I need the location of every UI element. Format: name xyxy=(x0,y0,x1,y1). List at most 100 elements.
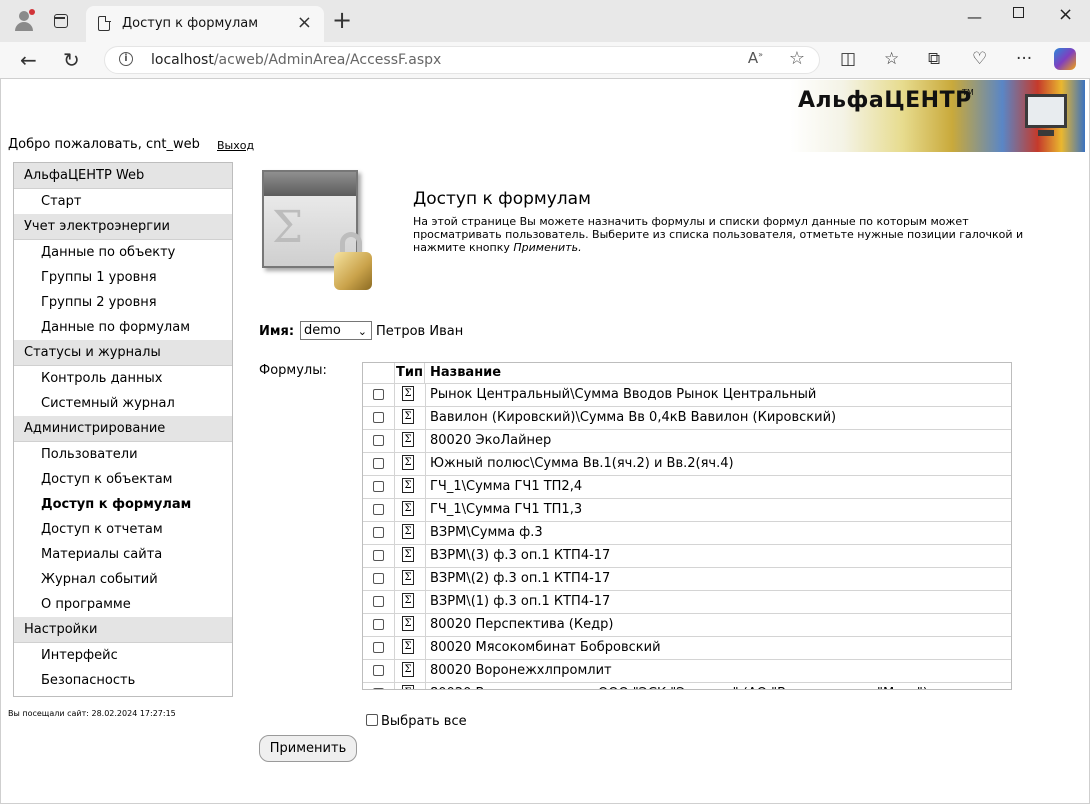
sidebar-section-header[interactable]: АльфаЦЕНТР Web xyxy=(14,163,232,189)
table-row: Σ 80020 Перспектива (Кедр) xyxy=(363,614,1011,637)
row-checkbox[interactable] xyxy=(373,688,384,689)
row-checkbox[interactable] xyxy=(373,481,384,492)
sidebar-item-event-log[interactable]: Журнал событий xyxy=(14,567,232,592)
table-row: Σ 80020 ВоронежгазлнастООО "ЭСК "Эксперт"… xyxy=(363,683,1011,689)
row-checkbox[interactable] xyxy=(373,642,384,653)
collections-icon[interactable]: ⧉ xyxy=(928,49,940,69)
formula-type-icon: Σ xyxy=(402,616,414,631)
sidebar-item-groups-2[interactable]: Группы 2 уровня xyxy=(14,290,232,315)
browser-essentials-icon[interactable]: ♡ xyxy=(972,49,987,69)
formula-name: 80020 ЭкоЛайнер xyxy=(430,433,552,448)
back-icon[interactable]: ← xyxy=(20,48,37,72)
maximize-icon[interactable] xyxy=(1013,7,1024,18)
new-tab-icon[interactable]: + xyxy=(332,8,352,32)
sidebar-menu: АльфаЦЕНТР Web Старт Учет электроэнергии… xyxy=(13,162,233,697)
row-checkbox[interactable] xyxy=(373,458,384,469)
row-checkbox[interactable] xyxy=(373,389,384,400)
row-checkbox[interactable] xyxy=(373,412,384,423)
info-icon[interactable]: i xyxy=(119,52,133,66)
app-logo: АльфаЦЕНТР xyxy=(798,88,972,113)
formula-type-icon: Σ xyxy=(402,547,414,562)
sidebar-item-interface[interactable]: Интерфейс xyxy=(14,643,232,668)
page-description: На этой странице Вы можете назначить фор… xyxy=(413,215,1024,254)
row-checkbox[interactable] xyxy=(373,435,384,446)
refresh-icon[interactable]: ↻ xyxy=(63,48,80,72)
row-checkbox[interactable] xyxy=(373,504,384,515)
tab-title: Доступ к формулам xyxy=(122,16,259,31)
sidebar-item-system-log[interactable]: Системный журнал xyxy=(14,391,232,416)
table-row: Σ ВЗРМ\(3) ф.3 оп.1 КТП4-17 xyxy=(363,545,1011,568)
formula-type-icon: Σ xyxy=(402,478,414,493)
formula-name: 80020 ВоронежгазлнастООО "ЭСК "Эксперт" … xyxy=(430,683,928,689)
split-screen-icon[interactable]: ◫ xyxy=(840,49,856,69)
sidebar-item-formula-data[interactable]: Данные по формулам xyxy=(14,315,232,340)
formulas-label: Формулы: xyxy=(259,363,327,378)
checkbox[interactable] xyxy=(366,714,378,726)
row-checkbox[interactable] xyxy=(373,550,384,561)
row-checkbox[interactable] xyxy=(373,527,384,538)
formula-type-icon: Σ xyxy=(402,524,414,539)
row-checkbox[interactable] xyxy=(373,619,384,630)
column-name: Название xyxy=(430,365,502,380)
table-row: Σ 80020 ЭкоЛайнер xyxy=(363,430,1011,453)
more-menu-icon[interactable]: ··· xyxy=(1016,49,1032,69)
formula-name: 80020 Мясокомбинат Бобровский xyxy=(430,640,661,655)
formula-name: Южный полюс\Сумма Вв.1(яч.2) и Вв.2(яч.4… xyxy=(430,456,734,471)
chevron-down-icon: ⌄ xyxy=(357,325,367,338)
minimize-icon[interactable]: — xyxy=(967,8,982,26)
sidebar-item-groups-1[interactable]: Группы 1 уровня xyxy=(14,265,232,290)
sidebar-section-header[interactable]: Статусы и журналы xyxy=(14,340,232,366)
address-bar[interactable]: i localhost/acweb/AdminArea/AccessF.aspx… xyxy=(104,46,820,74)
browser-chrome: Доступ к формулам × + — × ← ↻ i localhos… xyxy=(0,0,1090,78)
formula-type-icon: Σ xyxy=(402,662,414,677)
sidebar-item-security[interactable]: Безопасность xyxy=(14,668,232,693)
table-row: Σ ГЧ_1\Сумма ГЧ1 ТП2,4 xyxy=(363,476,1011,499)
select-all-checkbox[interactable]: Выбрать все xyxy=(366,714,467,729)
user-select[interactable]: demo ⌄ xyxy=(300,321,372,340)
sidebar-item-object-access[interactable]: Доступ к объектам xyxy=(14,467,232,492)
sidebar-item-object-data[interactable]: Данные по объекту xyxy=(14,240,232,265)
browser-tab[interactable]: Доступ к формулам × xyxy=(86,6,324,42)
sidebar-item-formula-access[interactable]: Доступ к формулам xyxy=(14,492,232,517)
table-row: Σ 80020 Мясокомбинат Бобровский xyxy=(363,637,1011,660)
sidebar-item-data-control[interactable]: Контроль данных xyxy=(14,366,232,391)
formula-lock-icon: Σ xyxy=(262,170,374,292)
copilot-icon[interactable] xyxy=(1054,48,1076,70)
formula-name: Рынок Центральный\Сумма Вводов Рынок Цен… xyxy=(430,387,817,402)
formulas-table: Тип Название Σ Рынок Центральный\Сумма Вв… xyxy=(362,362,1012,690)
table-row: Σ ВЗРМ\(1) ф.3 оп.1 КТП4-17 xyxy=(363,591,1011,614)
table-row: Σ Вавилон (Кировский)\Сумма Вв 0,4кВ Вави… xyxy=(363,407,1011,430)
row-checkbox[interactable] xyxy=(373,573,384,584)
url-text[interactable]: localhost/acweb/AdminArea/AccessF.aspx xyxy=(151,52,441,68)
favorite-star-icon[interactable]: ☆ xyxy=(789,48,805,69)
formula-type-icon: Σ xyxy=(402,593,414,608)
row-checkbox[interactable] xyxy=(373,665,384,676)
logout-link[interactable]: Выход xyxy=(217,139,254,152)
sidebar-section-header[interactable]: Настройки xyxy=(14,617,232,643)
sidebar-item-start[interactable]: Старт xyxy=(14,189,232,214)
favorites-icon[interactable]: ☆ xyxy=(884,49,899,69)
sidebar-item-report-access[interactable]: Доступ к отчетам xyxy=(14,517,232,542)
read-aloud-icon[interactable]: A» xyxy=(748,49,763,67)
apply-button[interactable]: Применить xyxy=(259,735,357,762)
profile-icon[interactable] xyxy=(14,9,35,31)
sidebar-section-header[interactable]: Администрирование xyxy=(14,416,232,442)
tab-actions-icon[interactable] xyxy=(54,14,68,28)
close-tab-icon[interactable]: × xyxy=(297,12,312,33)
sidebar-item-about[interactable]: О программе xyxy=(14,592,232,617)
table-header: Тип Название xyxy=(363,363,1011,384)
user-full-name: Петров Иван xyxy=(376,324,464,339)
table-row: Σ 80020 Воронежхлпромлит xyxy=(363,660,1011,683)
formula-type-icon: Σ xyxy=(402,386,414,401)
row-checkbox[interactable] xyxy=(373,596,384,607)
formula-type-icon: Σ xyxy=(402,409,414,424)
sidebar-section-header[interactable]: Учет электроэнергии xyxy=(14,214,232,240)
formula-type-icon: Σ xyxy=(402,570,414,585)
sidebar-item-users[interactable]: Пользователи xyxy=(14,442,232,467)
column-type: Тип xyxy=(395,363,425,383)
monitor-graphic xyxy=(1025,94,1067,128)
formula-name: ВЗРМ\(3) ф.3 оп.1 КТП4-17 xyxy=(430,548,611,563)
sidebar-item-site-materials[interactable]: Материалы сайта xyxy=(14,542,232,567)
close-window-icon[interactable]: × xyxy=(1058,4,1073,25)
formula-name: ВЗРМ\Сумма ф.3 xyxy=(430,525,543,540)
